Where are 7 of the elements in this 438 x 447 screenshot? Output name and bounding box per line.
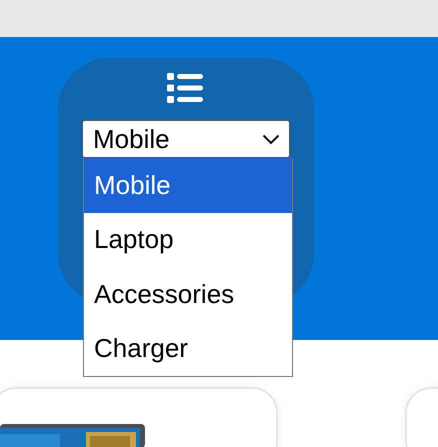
- dropdown-option[interactable]: Mobile: [84, 158, 292, 212]
- dropdown-option[interactable]: Charger: [84, 322, 292, 376]
- caret-icon: [262, 134, 280, 144]
- category-select[interactable]: Mobile: [82, 120, 290, 158]
- list-icon: [166, 72, 204, 104]
- dropdown-option[interactable]: Laptop: [84, 212, 292, 267]
- dropdown-option[interactable]: Accessories: [84, 267, 292, 322]
